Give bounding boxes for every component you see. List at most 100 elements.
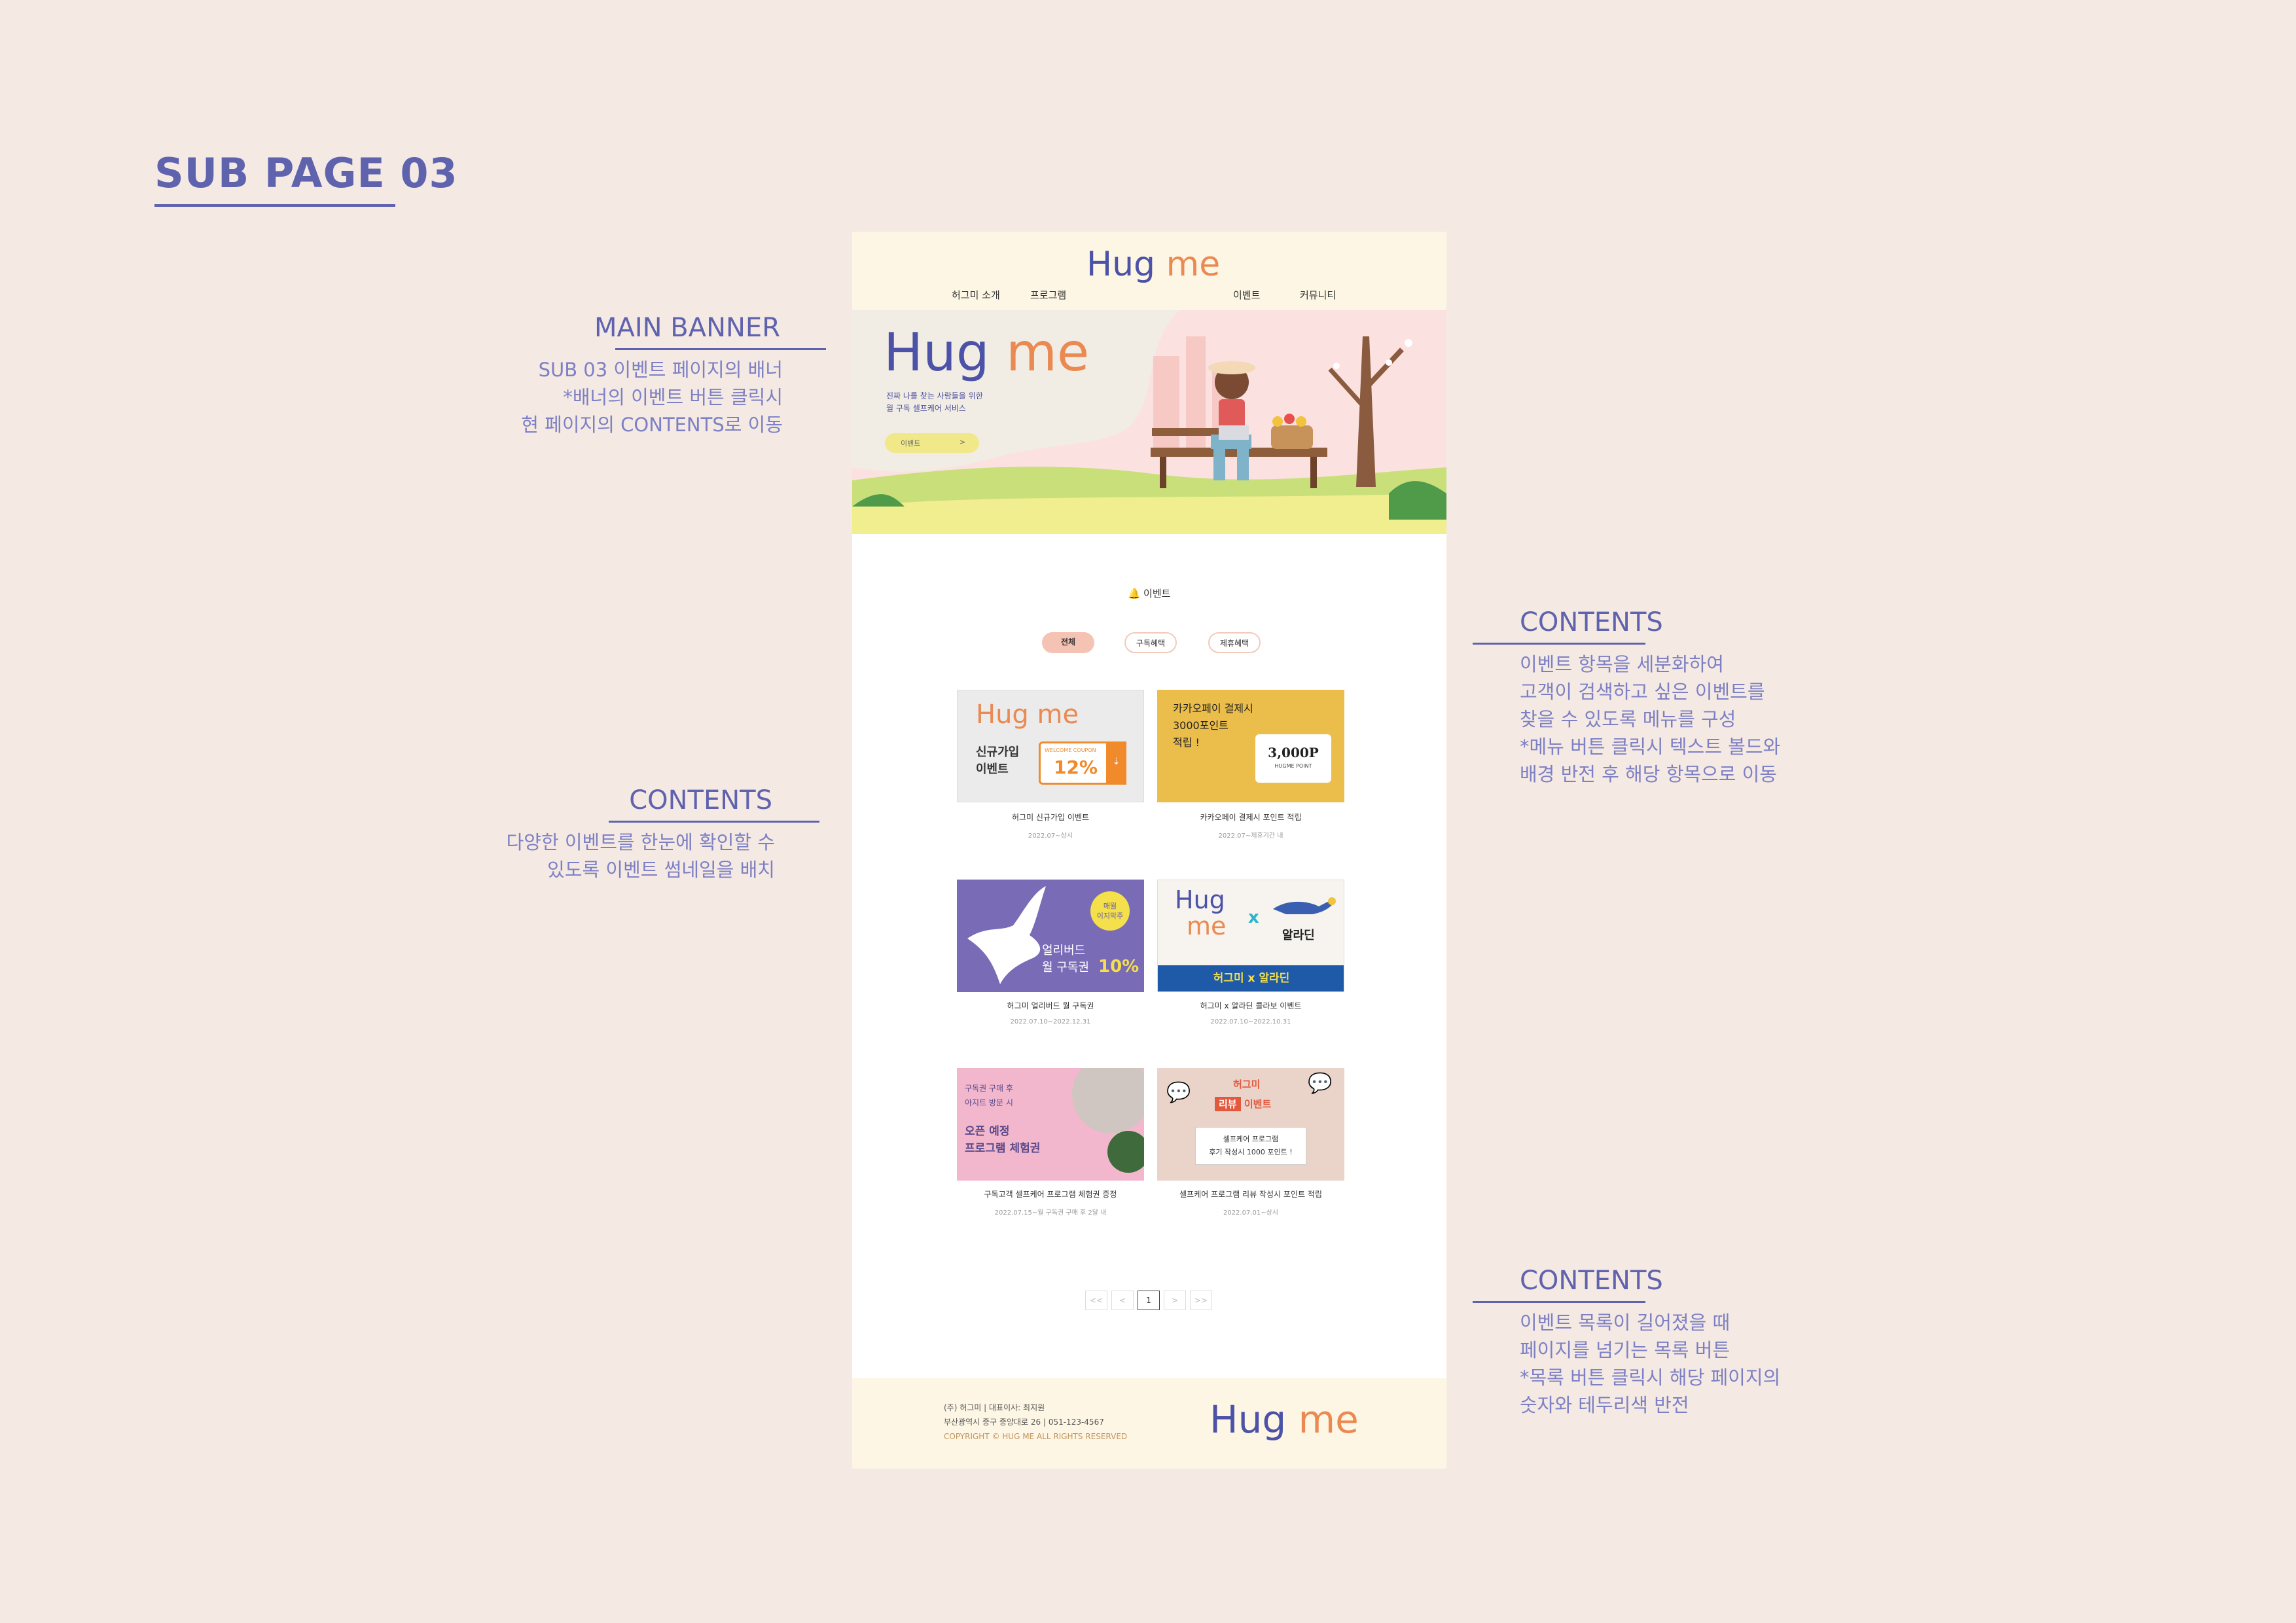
pagination-prev[interactable]: < <box>1111 1291 1134 1310</box>
logo-hug-text: Hug <box>884 322 990 383</box>
nav-item-event[interactable]: 이벤트 <box>1233 288 1260 302</box>
annotation-line: 찾을 수 있도록 메뉴를 구성 <box>1520 708 1736 730</box>
card-date: 2022.07~제휴기간 내 <box>1218 832 1283 840</box>
annotation-line: 숫자와 테두리색 반전 <box>1520 1394 1689 1416</box>
tab-all[interactable]: 전체 <box>1042 632 1094 653</box>
section-title-text: 이벤트 <box>1143 588 1171 599</box>
review-title-row: 리뷰 이벤트 <box>1215 1097 1271 1111</box>
annotation-line: *배너의 이벤트 버튼 클릭시 <box>563 386 783 408</box>
annotation-contents-right-bottom-head: CONTENTS <box>1520 1266 1663 1296</box>
card-text-line: 월 구독권 <box>1042 961 1089 974</box>
banner-logo: Hug me <box>884 325 1089 381</box>
annotation-contents-right-top-line <box>1473 643 1645 645</box>
main-banner: Hug me 진짜 나를 찾는 사람들을 위한 월 구독 셀프케어 서비스 이벤… <box>852 310 1446 534</box>
pagination-next[interactable]: > <box>1164 1291 1186 1310</box>
banner-button-label: 이벤트 <box>901 439 921 448</box>
footer-line: 부산광역시 중구 중앙대로 26 | 051-123-4567 <box>944 1418 1104 1427</box>
coupon-label: WELCOME COUPON <box>1045 747 1096 753</box>
card-title[interactable]: 허그미 얼리버드 월 구독권 <box>957 1000 1144 1011</box>
badge-text: 이지막주 <box>1096 912 1124 920</box>
logo-hug-text: Hug <box>976 700 1029 730</box>
logo-hug-text: Hug <box>1210 1397 1287 1442</box>
nav-item-program[interactable]: 프로그램 <box>1030 288 1066 302</box>
annotation-line: 고객이 검색하고 싶은 이벤트를 <box>1520 681 1765 703</box>
card-text-line: 허그미 <box>1233 1079 1261 1090</box>
card-date: 2022.07.10~2022.10.31 <box>1210 1018 1291 1026</box>
card-date: 2022.07.10~2022.12.31 <box>1010 1018 1091 1026</box>
tab-partner-benefit[interactable]: 제휴혜택 <box>1208 632 1261 653</box>
card-title[interactable]: 셀프케어 프로그램 리뷰 작성시 포인트 적립 <box>1157 1188 1344 1200</box>
banner-copy-line: 진짜 나를 찾는 사람들을 위한 <box>886 391 983 401</box>
card-text-line: 이벤트 <box>976 762 1009 776</box>
banner-copy-line: 월 구독 셀프케어 서비스 <box>886 404 966 413</box>
card-title[interactable]: 카카오페이 결제시 포인트 적립 <box>1157 812 1344 823</box>
banner-event-button[interactable]: 이벤트 > <box>885 433 979 453</box>
nav-item-about[interactable]: 허그미 소개 <box>952 288 1000 302</box>
annotation-main-banner-body: SUB 03 이벤트 페이지의 배너 *배너의 이벤트 버튼 클릭시 현 페이지… <box>458 356 783 438</box>
point-ticket: 3,000P HUGME POINT <box>1255 734 1331 783</box>
card-text-line: 적립 ! <box>1173 736 1200 749</box>
discount-percent: 10% <box>1098 957 1139 976</box>
card-title[interactable]: 허그미 신규가입 이벤트 <box>957 812 1144 823</box>
badge-circle: 매월 이지막주 <box>1090 891 1130 931</box>
partner-name: 알라딘 <box>1282 929 1315 942</box>
annotation-line: SUB 03 이벤트 페이지의 배너 <box>538 359 783 381</box>
card-signup-text: 신규가입 이벤트 <box>976 744 1019 778</box>
card-text-line: 오픈 예정 <box>965 1125 1010 1138</box>
annotation-contents-right-top-body: 이벤트 항목을 세분화하여 고객이 검색하고 싶은 이벤트를 찾을 수 있도록 … <box>1520 651 1847 788</box>
coupon-value: 12% <box>1054 757 1098 778</box>
logo-me-text: me <box>1166 245 1221 284</box>
chevron-right-icon: > <box>960 438 966 446</box>
pagination-last[interactable]: >> <box>1190 1291 1212 1310</box>
review-tag: 리뷰 <box>1215 1097 1241 1111</box>
card-text-line: 얼리버드 <box>1042 944 1086 957</box>
logo-me-text: me <box>1006 322 1090 383</box>
card-earlybird-text: 얼리버드 월 구독권 <box>1042 942 1089 976</box>
photo-circle <box>1107 1131 1144 1173</box>
pagination-page-1[interactable]: 1 <box>1138 1291 1160 1310</box>
point-label: HUGME POINT <box>1274 763 1312 769</box>
pagination-first[interactable]: << <box>1085 1291 1107 1310</box>
nav-item-community[interactable]: 커뮤니티 <box>1300 288 1336 302</box>
card-text-line: 3000포인트 <box>1173 719 1229 732</box>
badge-text: 매월 <box>1103 902 1117 910</box>
annotation-line: 페이지를 넘기는 목록 버튼 <box>1520 1339 1731 1361</box>
photo-circle <box>1072 1068 1144 1133</box>
logo-me-text: me <box>1037 700 1079 730</box>
footer-info: (주) 허그미 | 대표이사: 최지원 부산광역시 중구 중앙대로 26 | 0… <box>944 1400 1127 1444</box>
annotation-contents-right-bottom-line <box>1473 1301 1645 1303</box>
event-card-review[interactable]: 허그미 리뷰 이벤트 셀프케어 프로그램 후기 작성시 1000 포인트 ! 💬… <box>1157 1068 1344 1181</box>
event-card-program-ticket[interactable]: 구독권 구매 후 아지트 방문 시 오픈 예정 프로그램 체험권 <box>957 1068 1144 1181</box>
bell-icon: 🔔 <box>1128 588 1141 599</box>
collab-x: x <box>1248 908 1259 927</box>
card-program-small-text: 구독권 구매 후 아지트 방문 시 <box>965 1081 1013 1110</box>
footer-line: (주) 허그미 | 대표이사: 최지원 <box>944 1403 1045 1412</box>
card-text-line: 구독권 구매 후 <box>965 1084 1013 1093</box>
card-kakaopay-text: 카카오페이 결제시 3000포인트 적립 ! <box>1173 700 1253 751</box>
card-title[interactable]: 구독고객 셀프케어 프로그램 체험권 증정 <box>957 1188 1144 1200</box>
event-card-earlybird[interactable]: 매월 이지막주 얼리버드 월 구독권 10% <box>957 880 1144 992</box>
card-text-line: 신규가입 <box>976 745 1020 759</box>
event-card-kakaopay[interactable]: 카카오페이 결제시 3000포인트 적립 ! 3,000P HUGME POIN… <box>1157 690 1344 802</box>
logo-hug-text: Hug <box>1175 885 1225 914</box>
card-title[interactable]: 허그미 x 알라딘 콜라보 이벤트 <box>1157 1000 1344 1011</box>
website-mockup: Hug me 허그미 소개 프로그램 이벤트 커뮤니티 Hug me 진짜 나를… <box>852 232 1446 1469</box>
event-card-aladin[interactable]: Hug me x 알라딘 허그미 x 알라딘 <box>1157 880 1344 992</box>
card-text-line: 프로그램 체험권 <box>965 1142 1041 1155</box>
header-logo[interactable]: Hug me <box>1086 246 1220 283</box>
review-box: 셀프케어 프로그램 후기 작성시 1000 포인트 ! <box>1195 1127 1306 1165</box>
speech-bubble-icon: 💬 <box>1166 1081 1191 1104</box>
logo-hug-text: Hug <box>1086 245 1156 284</box>
genie-lamp-icon <box>1273 897 1336 914</box>
download-icon: ⇣ <box>1106 741 1126 785</box>
logo-me-text: me <box>1187 912 1227 940</box>
speech-bubble-icon: 💬 <box>1308 1072 1333 1095</box>
logo-me-text: me <box>1298 1397 1359 1442</box>
event-card-signup[interactable]: Hug me 신규가입 이벤트 WELCOME COUPON 12% ⇣ <box>957 690 1144 802</box>
page-title: SUB PAGE 03 <box>154 149 458 197</box>
tab-subscription-benefit[interactable]: 구독혜택 <box>1124 632 1177 653</box>
annotation-line: 이벤트 목록이 길어졌을 때 <box>1520 1311 1731 1334</box>
banner-copy: 진짜 나를 찾는 사람들을 위한 월 구독 셀프케어 서비스 <box>886 390 983 415</box>
footer-logo[interactable]: Hug me <box>1210 1399 1359 1440</box>
card-logo: Hug me <box>976 700 1079 730</box>
